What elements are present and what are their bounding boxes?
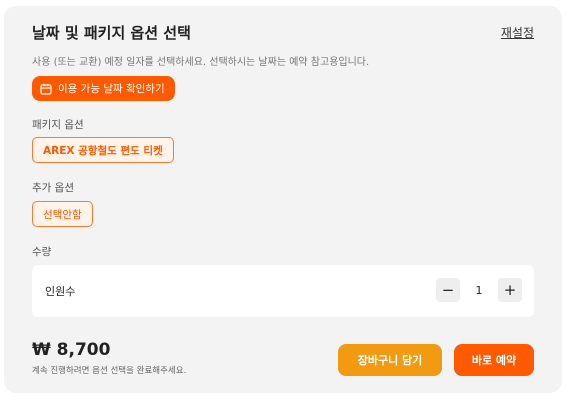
quantity-label: 수량 bbox=[32, 246, 52, 258]
package-option-label: 패키지 옵션 bbox=[32, 119, 84, 131]
decrease-button[interactable]: − bbox=[436, 278, 460, 302]
plus-icon: + bbox=[503, 281, 517, 299]
date-description: 사용 (또는 교환) 예정 일자를 선택하세요. 선택하시는 날짜는 예약 참고… bbox=[32, 57, 370, 68]
option-panel: 날짜 및 패키지 옵션 선택 재설정 사용 (또는 교환) 예정 일자를 선택하… bbox=[4, 6, 562, 393]
addon-option-chip[interactable]: 선택안함 bbox=[32, 201, 93, 227]
quantity-row: 인원수 − 1 + bbox=[32, 265, 534, 317]
panel-title: 날짜 및 패키지 옵션 선택 bbox=[32, 24, 191, 42]
check-dates-label: 이용 가능 날짜 확인하기 bbox=[58, 83, 165, 95]
check-dates-button[interactable]: 이용 가능 날짜 확인하기 bbox=[32, 76, 175, 101]
quantity-stepper: − 1 + bbox=[436, 278, 522, 302]
package-option-chip[interactable]: AREX 공항철도 편도 티켓 bbox=[32, 137, 174, 163]
book-now-button[interactable]: 바로 예약 bbox=[454, 344, 534, 376]
minus-icon: − bbox=[441, 281, 455, 299]
headcount-label: 인원수 bbox=[45, 285, 76, 298]
calendar-icon bbox=[40, 83, 52, 95]
addon-option-label: 추가 옵션 bbox=[32, 182, 74, 194]
quantity-value: 1 bbox=[475, 283, 483, 297]
total-price: ₩ 8,700 bbox=[32, 340, 111, 360]
reset-link[interactable]: 재설정 bbox=[501, 24, 534, 41]
add-to-cart-button[interactable]: 장바구니 담기 bbox=[338, 344, 442, 376]
increase-button[interactable]: + bbox=[498, 278, 522, 302]
completion-note: 계속 진행하려면 옵션 선택을 완료해주세요. bbox=[32, 366, 187, 376]
